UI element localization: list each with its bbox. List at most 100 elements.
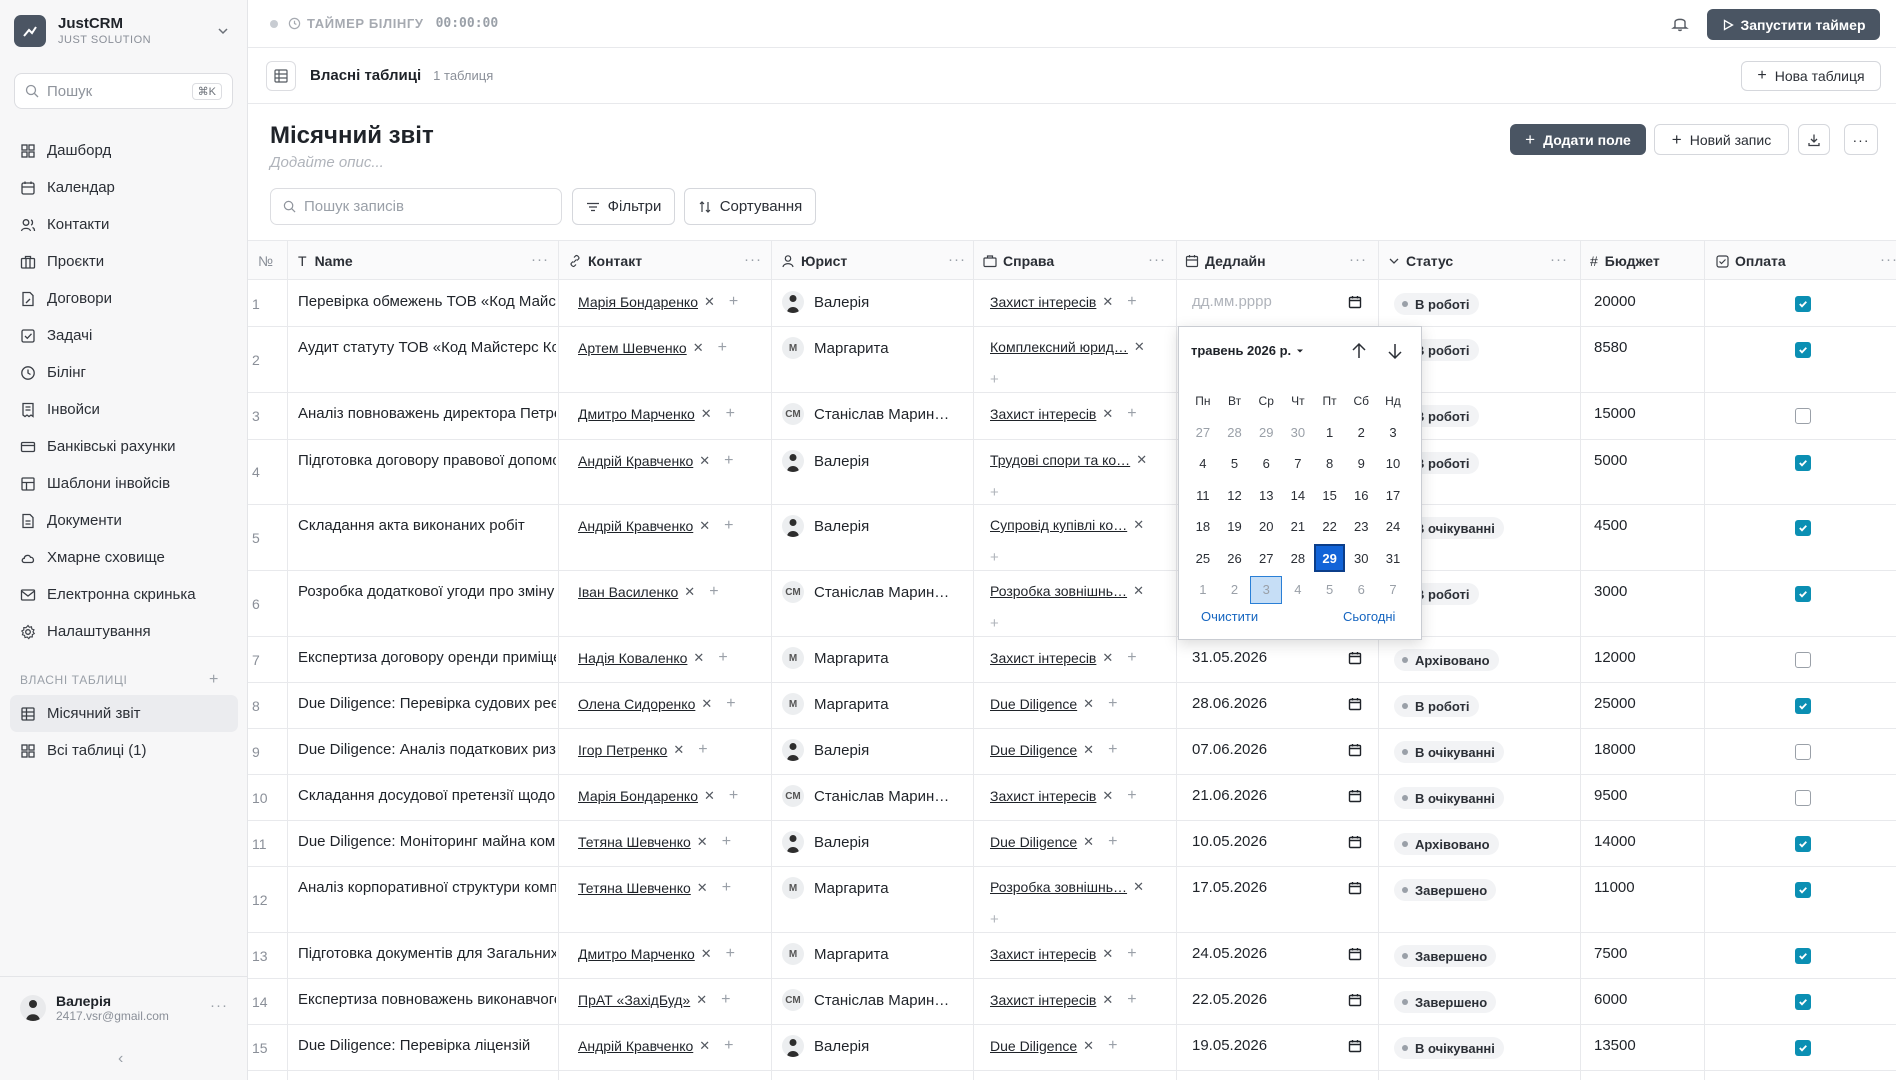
- contact-chip[interactable]: Іван Василенко ✕ +: [578, 583, 719, 601]
- calendar-day[interactable]: 14: [1282, 481, 1314, 509]
- page-title[interactable]: Місячний звіт: [270, 122, 434, 150]
- nav-item-invoice-templates[interactable]: Шаблони інвойсів: [10, 465, 238, 502]
- add-case-icon[interactable]: +: [990, 549, 999, 566]
- contact-chip[interactable]: ПрАТ «ЗахідБуд» ✕ +: [578, 991, 730, 1009]
- add-case-icon[interactable]: +: [1108, 741, 1117, 759]
- record-name[interactable]: Аналіз повноважень директора Петренко: [298, 405, 556, 422]
- paid-checkbox[interactable]: [1795, 296, 1811, 312]
- table-row[interactable]: 11 Due Diligence: Моніторинг майна компан…: [248, 821, 1896, 867]
- budget-value[interactable]: 12000: [1594, 649, 1636, 666]
- remove-icon[interactable]: ✕: [697, 834, 708, 850]
- contact-chip[interactable]: Дмитро Марченко ✕ +: [578, 405, 735, 423]
- add-contact-icon[interactable]: +: [722, 879, 731, 897]
- case-link[interactable]: Захист інтересів: [990, 992, 1096, 1008]
- nav-item-dashboard[interactable]: Дашборд: [10, 132, 238, 169]
- column-header-payment[interactable]: Оплата: [1716, 241, 1786, 281]
- column-header-budget[interactable]: # Бюджет: [1590, 241, 1660, 281]
- budget-value[interactable]: 13500: [1594, 1037, 1636, 1054]
- table-row[interactable]: 13 Підготовка документів для Загальних зб…: [248, 933, 1896, 979]
- calendar-day[interactable]: 30: [1345, 544, 1377, 572]
- column-menu-icon[interactable]: ···: [1550, 251, 1568, 268]
- status-badge[interactable]: Завершено: [1394, 945, 1497, 967]
- deadline-value[interactable]: 31.05.2026: [1192, 649, 1267, 666]
- calendar-day[interactable]: 29: [1250, 418, 1282, 446]
- nav-item-bank-accounts[interactable]: Банківські рахунки: [10, 428, 238, 465]
- month-year-selector[interactable]: травень 2026 р.: [1191, 343, 1305, 358]
- status-badge[interactable]: В роботі: [1394, 695, 1479, 717]
- add-contact-icon[interactable]: +: [718, 339, 727, 357]
- calendar-day[interactable]: 9: [1345, 450, 1377, 478]
- calendar-day[interactable]: 3: [1250, 575, 1283, 604]
- more-actions-button[interactable]: ···: [1844, 124, 1878, 155]
- deadline-value[interactable]: 10.05.2026: [1192, 833, 1267, 850]
- calendar-icon[interactable]: [1348, 947, 1362, 966]
- column-header-case[interactable]: Справа: [983, 241, 1054, 281]
- nav-item-tasks[interactable]: Задачі: [10, 317, 238, 354]
- calendar-day[interactable]: 20: [1250, 513, 1282, 541]
- contact-chip[interactable]: Ігор Петренко ✕ +: [578, 741, 708, 759]
- contact-link[interactable]: Дмитро Марченко: [578, 946, 695, 962]
- contact-chip[interactable]: Надія Коваленко ✕ +: [578, 649, 728, 667]
- column-menu-icon[interactable]: ···: [1349, 251, 1367, 268]
- add-contact-icon[interactable]: +: [718, 649, 727, 667]
- remove-icon[interactable]: ✕: [1102, 992, 1113, 1008]
- lawyer-cell[interactable]: M Маргарита: [782, 337, 889, 359]
- case-chip[interactable]: Трудові спори та ко… ✕: [990, 452, 1147, 468]
- notification-bell-icon[interactable]: [1671, 14, 1689, 32]
- case-link[interactable]: Due Diligence: [990, 742, 1077, 758]
- budget-value[interactable]: 25000: [1594, 695, 1636, 712]
- lawyer-cell[interactable]: СМ Станіслав Марин…: [782, 989, 949, 1011]
- add-contact-icon[interactable]: +: [729, 787, 738, 805]
- calendar-day[interactable]: 7: [1282, 450, 1314, 478]
- calendar-day[interactable]: 15: [1314, 481, 1346, 509]
- nav-item-contracts[interactable]: Договори: [10, 280, 238, 317]
- record-name[interactable]: Експертиза повноважень виконавчого орган…: [298, 991, 556, 1008]
- status-badge[interactable]: В очікуванні: [1394, 741, 1504, 763]
- record-name[interactable]: Аналіз корпоративної структури компанії: [298, 879, 556, 896]
- table-row[interactable]: 1 Перевірка обмежень ТОВ «Код Майстерс Ко…: [248, 281, 1896, 327]
- table-row[interactable]: 10 Складання досудової претензії щодо бор…: [248, 775, 1896, 821]
- remove-icon[interactable]: ✕: [693, 340, 704, 356]
- calendar-day[interactable]: 27: [1250, 544, 1282, 572]
- case-chip[interactable]: Захист інтересів ✕ +: [990, 945, 1137, 963]
- record-name[interactable]: Складання досудової претензії щодо боргу: [298, 787, 556, 804]
- collapse-sidebar-icon[interactable]: ‹: [118, 1050, 123, 1068]
- lawyer-cell[interactable]: СМ Станіслав Марин…: [782, 581, 949, 603]
- record-name[interactable]: Due Diligence: Моніторинг майна компанії: [298, 833, 556, 850]
- record-name[interactable]: Due Diligence: Аналіз податкових ризиків: [298, 741, 556, 758]
- add-case-icon[interactable]: +: [1127, 649, 1136, 667]
- user-profile[interactable]: Валерія 2417.vsr@gmail.com ···: [0, 976, 248, 1038]
- deadline-value[interactable]: 19.05.2026: [1192, 1037, 1267, 1054]
- table-row[interactable]: 9 Due Diligence: Аналіз податкових ризикі…: [248, 729, 1896, 775]
- status-badge[interactable]: В очікуванні: [1394, 1037, 1504, 1059]
- calendar-icon[interactable]: [1348, 295, 1362, 314]
- lawyer-cell[interactable]: Валерія: [782, 1035, 869, 1057]
- record-name[interactable]: Складання акта виконаних робіт: [298, 517, 556, 534]
- case-chip[interactable]: Захист інтересів ✕ +: [990, 787, 1137, 805]
- remove-icon[interactable]: ✕: [701, 696, 712, 712]
- user-menu-icon[interactable]: ···: [210, 997, 228, 1014]
- calendar-icon[interactable]: [1348, 697, 1362, 716]
- nav-item-projects[interactable]: Проєкти: [10, 243, 238, 280]
- contact-chip[interactable]: Артем Шевченко ✕ +: [578, 339, 727, 357]
- table-row[interactable]: 6 Розробка додаткової угоди про зміну умо…: [248, 571, 1896, 637]
- lawyer-cell[interactable]: M Маргарита: [782, 647, 889, 669]
- paid-checkbox[interactable]: [1795, 455, 1811, 471]
- paid-checkbox[interactable]: [1795, 790, 1811, 806]
- table-row[interactable]: 4 Підготовка договору правової допомоги Ан…: [248, 440, 1896, 505]
- case-chip[interactable]: Захист інтересів ✕ +: [990, 649, 1137, 667]
- budget-value[interactable]: 11000: [1594, 879, 1635, 896]
- add-case-icon[interactable]: +: [1127, 787, 1136, 805]
- contact-chip[interactable]: Тетяна Шевченко ✕ +: [578, 833, 731, 851]
- budget-value[interactable]: 20000: [1594, 293, 1636, 310]
- add-case-icon[interactable]: +: [1127, 405, 1136, 423]
- table-row[interactable]: 7 Експертиза договору оренди приміщення На…: [248, 637, 1896, 683]
- contact-chip[interactable]: Андрій Кравченко ✕ +: [578, 452, 734, 470]
- contact-chip[interactable]: Олена Сидоренко ✕ +: [578, 695, 736, 713]
- calendar-day[interactable]: 17: [1377, 481, 1409, 509]
- record-name[interactable]: Перевірка обмежень ТОВ «Код Майстерс Кон…: [298, 293, 556, 310]
- column-menu-icon[interactable]: ···: [531, 251, 549, 268]
- remove-icon[interactable]: ✕: [699, 518, 710, 534]
- contact-link[interactable]: Андрій Кравченко: [578, 1038, 693, 1054]
- column-header-deadline[interactable]: Дедлайн: [1185, 241, 1266, 281]
